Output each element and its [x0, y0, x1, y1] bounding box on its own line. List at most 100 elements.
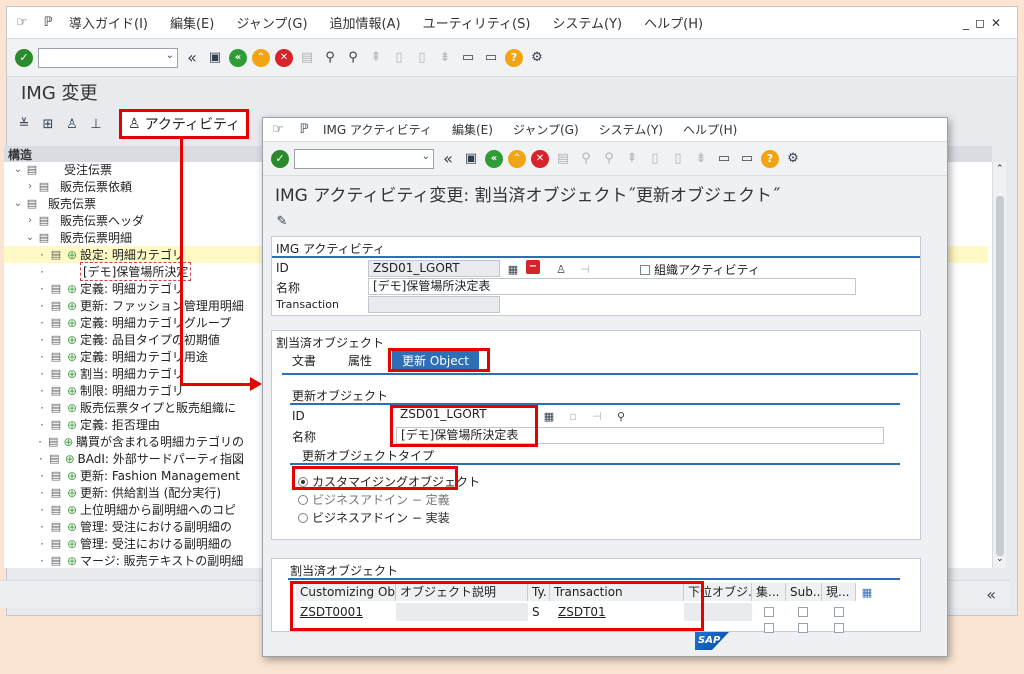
double-chevron-left-icon[interactable]: « — [986, 585, 996, 604]
document-icon[interactable]: ▤ — [48, 282, 64, 295]
exit-up-icon[interactable]: ⌃ — [508, 149, 526, 168]
checkbox[interactable] — [798, 607, 808, 617]
document-icon[interactable]: ▤ — [48, 469, 64, 482]
document-icon[interactable]: ▤ — [47, 452, 62, 465]
tree-scrollbar[interactable]: ⌃ ⌄ — [992, 162, 1006, 568]
exit-icon[interactable]: ☞ — [13, 14, 31, 32]
document-icon[interactable]: ▤ — [48, 299, 64, 312]
tree-item[interactable]: · ▤ ⊕ 更新: Fashion Management — [4, 467, 244, 484]
execute-icon[interactable]: ⊕ — [64, 333, 80, 347]
tree-item[interactable]: · ▤ ⊕ 割当: 明細カテゴリ — [4, 365, 244, 382]
cancel-icon[interactable]: ✕ — [275, 48, 293, 67]
help-icon[interactable]: ? — [761, 149, 779, 168]
customize-layout-icon[interactable]: ℙ — [295, 121, 313, 139]
radio[interactable] — [298, 495, 308, 505]
menu-guide[interactable]: 導入ガイド(I) — [69, 13, 148, 32]
new-session-icon[interactable]: ▭ — [715, 150, 733, 168]
col-sub[interactable]: Sub... — [786, 583, 822, 601]
display-change-icon[interactable]: ✎ — [273, 212, 291, 230]
tree-item[interactable]: › ▤ 販売伝票依頼 — [4, 178, 244, 195]
last-page-icon[interactable]: ⇟ — [436, 49, 454, 67]
document-icon[interactable]: ▤ — [48, 401, 64, 414]
activity-id-field[interactable]: ZSD01_LGORT — [368, 260, 500, 277]
scrollbar-thumb[interactable] — [996, 196, 1004, 556]
menu-help[interactable]: ヘルプ(H) — [644, 13, 703, 32]
edit-docu-icon[interactable]: ▦ — [504, 260, 522, 278]
execute-icon[interactable]: ⊕ — [64, 367, 80, 381]
execute-icon[interactable]: ⊕ — [64, 537, 80, 551]
popup-menu-edit[interactable]: 編集(E) — [452, 121, 493, 138]
hierarchy-icon[interactable]: ⊥ — [87, 115, 105, 133]
transport-icon[interactable]: ♙ — [552, 260, 570, 278]
customize-layout-icon[interactable]: ℙ — [39, 14, 57, 32]
tree-item[interactable]: · ▤ ⊕ 更新: 供給割当 (配分実行) — [4, 484, 244, 501]
command-field[interactable]: ⌄ — [38, 47, 178, 68]
document-icon[interactable]: ▤ — [48, 316, 64, 329]
back-icon[interactable]: « — [229, 48, 247, 67]
document-icon[interactable]: ▤ — [48, 520, 64, 533]
enter-icon[interactable]: ✓ — [15, 48, 33, 67]
double-back-icon[interactable]: « — [439, 150, 457, 168]
checkbox[interactable] — [798, 623, 808, 633]
document-icon[interactable]: ▤ — [48, 350, 64, 363]
next-page-icon[interactable]: ▯ — [413, 49, 431, 67]
table-settings-icon[interactable]: ▦ — [858, 583, 876, 601]
execute-icon[interactable]: ⊕ — [64, 316, 80, 330]
gear-icon[interactable]: ⚙ — [528, 49, 546, 67]
print-icon[interactable]: ▤ — [554, 150, 572, 168]
expand-all-icon[interactable]: ≚ — [15, 115, 33, 133]
menu-extras[interactable]: 追加情報(A) — [330, 13, 401, 32]
exit-icon[interactable]: ☞ — [269, 121, 287, 139]
chevron-down-icon[interactable]: ⌄ — [166, 50, 174, 61]
tree-item[interactable]: · ▤ ⊕ BAdI: 外部サードパーティ指図 — [4, 450, 244, 467]
tree-item[interactable]: · ▤ ⊕ 上位明細から副明細へのコピ — [4, 501, 244, 518]
tree-item[interactable]: · ▤ ⊕ 更新: ファッション管理用明細 — [4, 297, 244, 314]
last-page-icon[interactable]: ⇟ — [692, 150, 710, 168]
shortcut-icon[interactable]: ▭ — [482, 49, 500, 67]
prev-page-icon[interactable]: ▯ — [646, 150, 664, 168]
chevron-right-icon[interactable]: › — [24, 215, 36, 226]
prev-page-icon[interactable]: ▯ — [390, 49, 408, 67]
chevron-up-icon[interactable]: ⌃ — [996, 164, 1004, 174]
chevron-down-icon[interactable]: ⌄ — [12, 198, 24, 209]
menu-edit[interactable]: 編集(E) — [170, 13, 214, 32]
binoculars-icon[interactable]: ⚲ — [612, 407, 630, 425]
tree-item[interactable]: · ▤ ⊕ 定義: 品目タイプの初期値 — [4, 331, 244, 348]
document-icon[interactable]: ▤ — [48, 248, 64, 261]
popup-menu-jump[interactable]: ジャンプ(G) — [513, 121, 579, 138]
tree-item[interactable]: · ▤ ⊕ 管理: 受注における副明細の — [4, 518, 244, 535]
chevron-down-icon[interactable]: ⌄ — [996, 554, 1004, 564]
menu-jump[interactable]: ジャンプ(G) — [236, 13, 307, 32]
execute-icon[interactable]: ⊕ — [64, 401, 80, 415]
command-field[interactable]: ⌄ — [294, 148, 434, 169]
execute-icon[interactable]: ⊕ — [64, 350, 80, 364]
activity-button[interactable]: ♙ アクティビティ — [119, 109, 250, 139]
save-icon[interactable]: ▣ — [206, 49, 224, 67]
popup-menu-system[interactable]: システム(Y) — [599, 121, 663, 138]
tree-item[interactable]: · ▤ ⊕ マージ: 販売テキストの副明細 — [4, 552, 244, 569]
save-icon[interactable]: ▣ — [462, 150, 480, 168]
where-used-icon[interactable]: ⊣ — [576, 260, 594, 278]
enter-icon[interactable]: ✓ — [271, 149, 289, 168]
document-icon[interactable]: ▤ — [48, 333, 64, 346]
find-next-icon[interactable]: ⚲ — [344, 49, 362, 67]
execute-icon[interactable]: ⊕ — [64, 503, 80, 517]
find-icon[interactable]: ⚲ — [321, 49, 339, 67]
window-controls[interactable]: _◻✕ — [963, 16, 1007, 30]
radio-badi-definition[interactable]: ビジネスアドイン − 定義 — [298, 491, 450, 508]
execute-icon[interactable]: ⊕ — [62, 452, 77, 466]
execute-icon[interactable]: ⊕ — [64, 486, 80, 500]
help-icon[interactable]: ? — [505, 48, 523, 67]
delete-icon[interactable]: ▫ — [564, 407, 582, 425]
find-icon[interactable]: ⚲ — [577, 150, 595, 168]
tree-item[interactable]: · ▤ ⊕ 定義: 明細カテゴリ用途 — [4, 348, 244, 365]
execute-icon[interactable]: ⊕ — [64, 418, 80, 432]
find-next-icon[interactable]: ⚲ — [600, 150, 618, 168]
print-icon[interactable]: ▤ — [298, 49, 316, 67]
document-icon[interactable]: ▤ — [48, 503, 64, 516]
document-icon[interactable]: ▤ — [48, 367, 64, 380]
checkbox[interactable] — [640, 265, 650, 275]
chevron-down-icon[interactable]: ⌄ — [24, 232, 36, 243]
execute-icon[interactable]: ⊕ — [64, 248, 80, 262]
tree-item[interactable]: · ▤ ⊕ 管理: 受注における副明細の — [4, 535, 244, 552]
